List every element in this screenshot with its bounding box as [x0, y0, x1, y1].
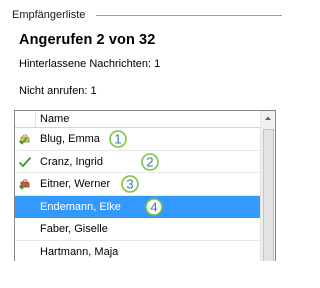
svg-text:4: 4	[150, 199, 157, 214]
svg-text:2: 2	[146, 154, 153, 169]
list-item[interactable]: Blug, Emma 1	[15, 128, 261, 151]
list-item-selected[interactable]: Endemann, Elke 4	[15, 195, 261, 219]
vertical-scrollbar[interactable]	[260, 111, 275, 261]
do-not-call-count: Nicht anrufen: 1	[19, 85, 97, 97]
group-divider	[96, 15, 282, 16]
scroll-up-arrow-icon[interactable]	[261, 111, 275, 125]
status-column-header[interactable]	[15, 111, 36, 127]
list-header: Name	[15, 111, 261, 128]
list-item[interactable]: Eitner, Werner 3	[15, 173, 261, 196]
recipient-name: Hartmann, Maja	[40, 245, 119, 258]
group-title: Empfängerliste	[12, 8, 90, 22]
callout-3-icon: 3	[121, 175, 139, 193]
called-check-icon	[18, 156, 32, 167]
callout-2-icon: 2	[141, 152, 159, 171]
list-rows: Blug, Emma 1 Cranz, Ingrid 2 Eitner, Wer…	[15, 128, 261, 261]
recipient-name: Faber, Giselle	[40, 223, 108, 236]
recipient-name: Endemann, Elke	[40, 200, 121, 213]
name-column-header[interactable]: Name	[36, 111, 261, 127]
recipient-name: Eitner, Werner	[40, 178, 111, 191]
callout-1-icon: 1	[109, 130, 127, 148]
called-count: Angerufen 2 von 32	[19, 32, 156, 48]
voicemail-left-icon	[18, 134, 30, 145]
messages-left-count: Hinterlassene Nachrichten: 1	[19, 58, 161, 70]
list-item[interactable]: Hartmann, Maja	[15, 241, 261, 261]
recipient-name: Blug, Emma	[40, 133, 100, 145]
svg-text:3: 3	[126, 177, 133, 192]
do-not-call-icon	[18, 179, 30, 190]
recipient-list-group-header: Empfängerliste	[8, 8, 282, 22]
svg-text:1: 1	[114, 132, 121, 147]
recipient-name: Cranz, Ingrid	[40, 155, 103, 168]
list-item[interactable]: Cranz, Ingrid 2	[15, 151, 261, 174]
list-item[interactable]: Faber, Giselle	[15, 218, 261, 241]
recipient-list[interactable]: Name Blug, Emma 1 Cranz, Ingrid 2 Eitner…	[14, 110, 276, 261]
callout-4-icon: 4	[145, 197, 163, 216]
scroll-thumb[interactable]	[263, 129, 274, 261]
